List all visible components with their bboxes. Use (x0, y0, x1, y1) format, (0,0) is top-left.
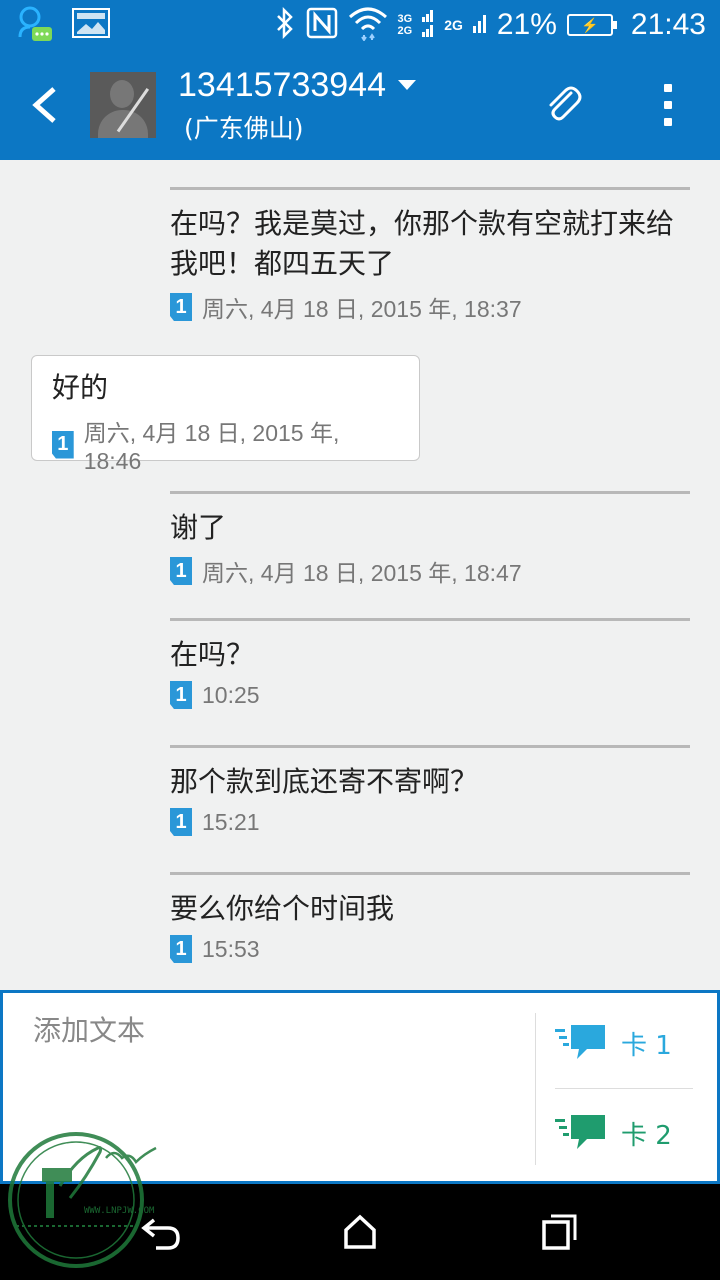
bluetooth-icon (274, 6, 296, 44)
recents-icon (542, 1214, 577, 1250)
message-text: 谢了 (170, 511, 227, 544)
message-text: 要么你给个时间我 (170, 892, 395, 925)
menu-dot-icon (664, 101, 672, 109)
watermark-url: WWW.LNPJW.COM (84, 1206, 155, 1216)
status-clock: 21:43 (630, 8, 706, 41)
watermark-logo-icon (8, 1132, 157, 1268)
battery-percent: 21% (496, 8, 557, 41)
sim-1-badge-icon: 1 (170, 557, 192, 585)
network-2g-label: 2G (397, 25, 413, 37)
menu-dot-icon (664, 84, 672, 92)
sim-1-badge-icon: 1 (170, 293, 192, 321)
wifi-icon (348, 5, 388, 46)
message-text: 在吗？ (170, 638, 255, 671)
conversation-header: 13415733944 (广东佛山) (0, 50, 720, 160)
message-timestamp: 周六, 4月 18 日, 2015 年, 18:47 (202, 560, 522, 586)
paperclip-icon (549, 86, 582, 121)
message-timestamp: 周六, 4月 18 日, 2015 年, 18:37 (202, 296, 522, 322)
sent-message[interactable]: 那个款到底还寄不寄啊？ 1 15:21 (170, 745, 690, 836)
send-sim1-button[interactable]: 卡 1 (555, 1013, 695, 1073)
nav-home-button[interactable] (336, 1208, 384, 1256)
message-thread[interactable]: 在吗？我是莫过，你那个款有空就打来给我吧！都四五天了 1 周六, 4月 18 日… (0, 160, 720, 990)
menu-dot-icon (664, 118, 672, 126)
contact-phone-number: 13415733944 (178, 65, 387, 104)
message-text: 好的 (52, 371, 109, 404)
signal-sim-stack: 3G 2G (398, 13, 413, 37)
contact-info[interactable]: 13415733944 (广东佛山) (178, 65, 417, 145)
back-button[interactable] (0, 50, 90, 160)
back-arrow-icon (32, 87, 56, 123)
message-timestamp: 15:53 (202, 935, 260, 962)
signal-bars-icon (422, 8, 434, 43)
signal-bars-2-icon (472, 12, 487, 39)
send-bubble-sim2-icon (555, 1115, 605, 1149)
sent-message[interactable]: 要么你给个时间我 1 15:53 (170, 872, 690, 963)
message-timestamp: 10:25 (202, 681, 260, 708)
sim-1-badge-icon: 1 (52, 430, 74, 459)
send-sim1-label: 卡 1 (621, 1030, 672, 1061)
battery-charging-icon: ⚡ (566, 14, 617, 36)
received-message[interactable]: 好的 1 周六, 4月 18 日, 2015 年, 18:46 (31, 355, 420, 474)
message-text: 在吗？我是莫过，你那个款有空就打来给我吧！都四五天了 (170, 207, 675, 280)
chat-notification-icon (14, 3, 54, 47)
compose-divider (535, 1013, 536, 1165)
network-2g-b-label: 2G (444, 17, 463, 33)
sent-message[interactable]: 在吗？ 1 10:25 (170, 618, 690, 709)
sim-1-badge-icon: 1 (170, 935, 192, 963)
message-timestamp: 周六, 4月 18 日, 2015 年, 18:46 (83, 420, 340, 474)
attach-button[interactable] (538, 80, 588, 130)
dropdown-caret-icon (398, 80, 417, 90)
sent-message[interactable]: 谢了 1 周六, 4月 18 日, 2015 年, 18:47 (170, 491, 690, 588)
status-bar: 3G 2G 2G 21% ⚡ 21:43 (0, 0, 720, 50)
send-sim2-button[interactable]: 卡 2 (555, 1103, 695, 1163)
contact-avatar[interactable] (90, 72, 156, 138)
overflow-menu-button[interactable] (648, 78, 688, 132)
message-input[interactable]: 添加文本 (33, 1009, 145, 1049)
site-watermark: WWW.LNPJW.COM (6, 1118, 176, 1278)
send-sim2-label: 卡 2 (621, 1120, 672, 1151)
message-text: 那个款到底还寄不寄啊？ (170, 765, 479, 798)
sim-1-badge-icon: 1 (170, 808, 192, 836)
contact-location: (广东佛山) (184, 113, 304, 143)
nfc-icon (306, 7, 338, 44)
image-notification-icon (72, 8, 110, 42)
sent-message[interactable]: 在吗？我是莫过，你那个款有空就打来给我吧！都四五天了 1 周六, 4月 18 日… (170, 187, 690, 324)
message-timestamp: 15:21 (202, 808, 260, 835)
send-separator (555, 1088, 693, 1089)
home-icon (344, 1214, 376, 1249)
send-bubble-sim1-icon (555, 1025, 605, 1059)
network-3g-label: 3G (397, 13, 413, 25)
nav-recents-button[interactable] (536, 1208, 584, 1256)
sim-1-badge-icon: 1 (170, 681, 192, 709)
